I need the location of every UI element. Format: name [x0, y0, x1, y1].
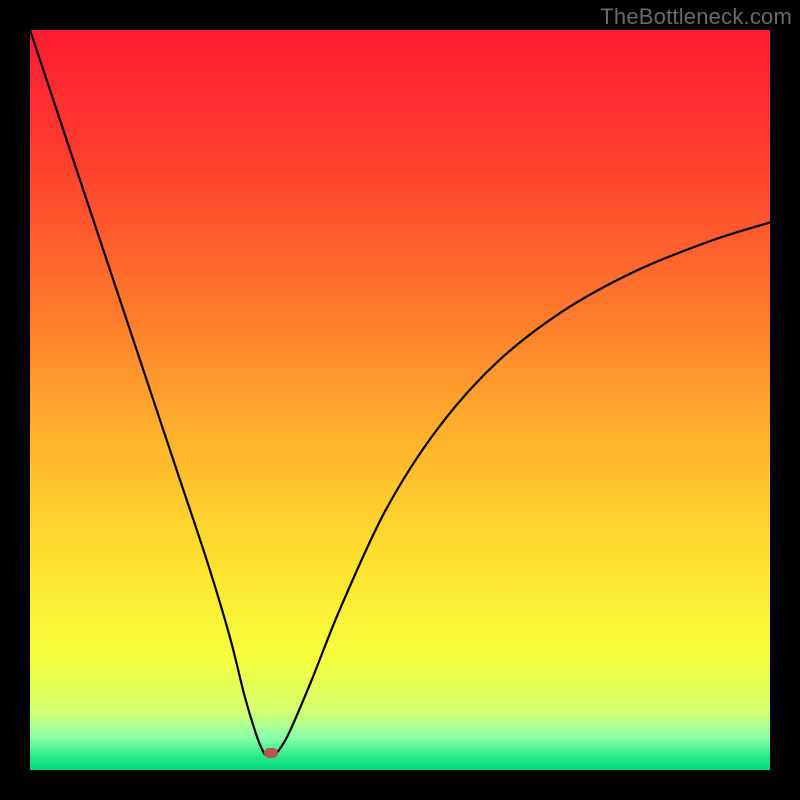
chart-frame: TheBottleneck.com	[0, 0, 800, 800]
bottleneck-curve	[30, 30, 770, 770]
optimal-point-marker	[264, 748, 278, 758]
plot-area	[30, 30, 770, 770]
watermark-label: TheBottleneck.com	[600, 4, 792, 30]
